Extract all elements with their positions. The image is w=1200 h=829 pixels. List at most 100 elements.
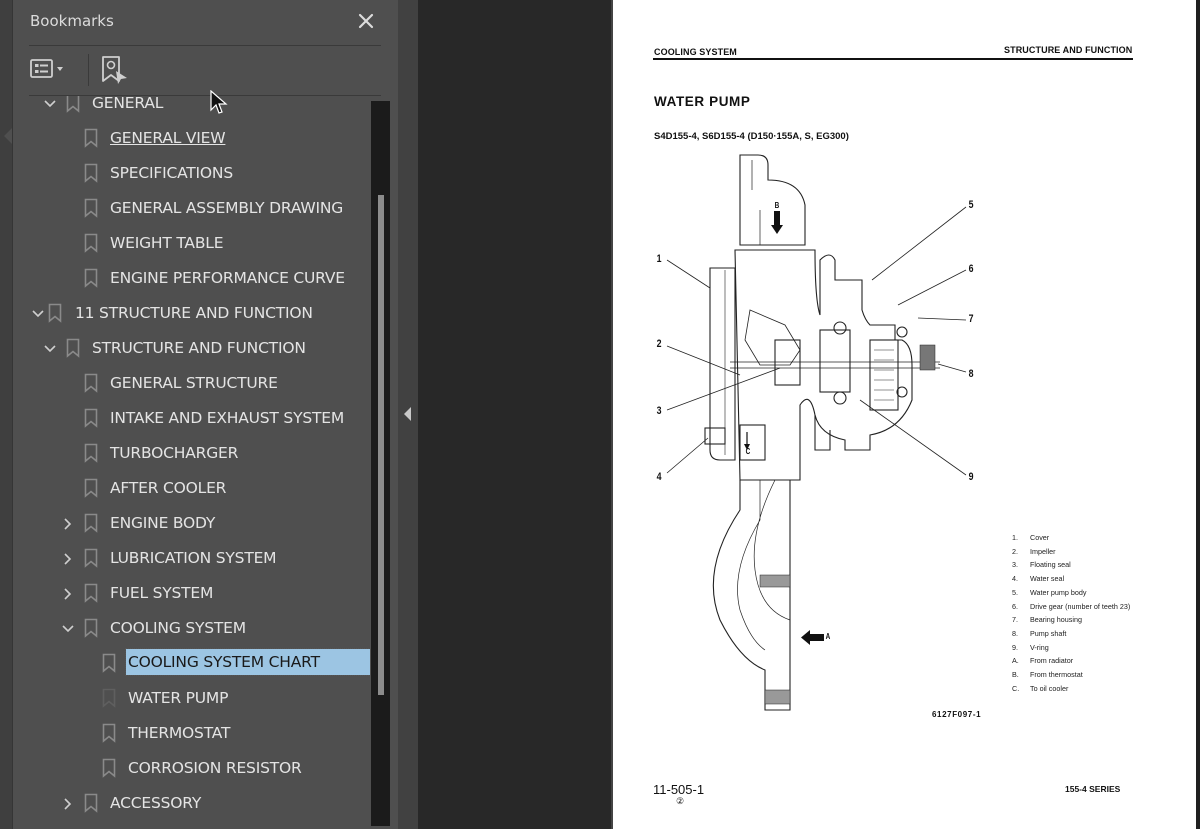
- legend-item: C. To oil cooler: [1012, 684, 1068, 693]
- bookmark-label: WEIGHT TABLE: [110, 234, 224, 252]
- chevron-right-icon[interactable]: [61, 797, 75, 811]
- outlet-pipe: [712, 480, 791, 711]
- bookmark-icon: [84, 198, 98, 218]
- panel-title: Bookmarks: [30, 12, 114, 30]
- legend-text: Water seal: [1030, 574, 1065, 584]
- bookmark-label: STRUCTURE AND FUNCTION: [92, 339, 306, 357]
- toolbar-separator: [88, 54, 89, 86]
- bookmark-item[interactable]: INTAKE AND EXHAUST SYSTEM: [13, 401, 370, 436]
- bookmark-item[interactable]: GENERAL VIEW: [13, 121, 370, 156]
- find-current-bookmark-icon: [102, 56, 127, 84]
- legend-key: 2.: [1012, 546, 1018, 556]
- bookmark-icon: [84, 618, 98, 638]
- bookmark-item[interactable]: WATER PUMP: [13, 681, 370, 716]
- viewer-edge: [1196, 0, 1200, 829]
- bookmark-item[interactable]: COOLING SYSTEM CHART: [13, 646, 370, 681]
- bookmark-label: ACCESSORY: [110, 794, 202, 812]
- panel-pointer: [4, 128, 12, 144]
- bookmark-icon: [102, 688, 116, 708]
- bookmark-item[interactable]: LUBRICATION SYSTEM: [13, 541, 370, 576]
- series-label: 155-4 SERIES: [1065, 784, 1121, 794]
- legend-text: Drive gear (number of teeth 23): [1030, 601, 1131, 611]
- chevron-right-icon[interactable]: [61, 517, 75, 531]
- bookmark-icon: [84, 548, 98, 568]
- bookmark-item[interactable]: ENGINE PERFORMANCE CURVE: [13, 261, 370, 296]
- bookmark-icon: [48, 303, 62, 323]
- bookmark-item[interactable]: CORROSION RESISTOR: [13, 751, 370, 786]
- bookmark-item[interactable]: THERMOSTAT: [13, 716, 370, 751]
- water-pump-cross-section-figure: [666, 154, 967, 711]
- page-number: 11-505-1: [653, 782, 705, 797]
- mouse-cursor-icon: [210, 90, 228, 114]
- bookmark-label: THERMOSTAT: [128, 724, 231, 742]
- bookmarks-toolbar: [29, 50, 381, 90]
- bookmark-icon: [84, 233, 98, 253]
- chevron-right-icon[interactable]: [61, 552, 75, 566]
- bookmark-label: ENGINE PERFORMANCE CURVE: [110, 269, 345, 287]
- bookmark-icon: [66, 338, 80, 358]
- bookmark-label: AFTER COOLER: [110, 479, 227, 497]
- legend-text: Impeller: [1030, 546, 1056, 556]
- bookmark-icon: [84, 513, 98, 533]
- bookmark-label: 11 STRUCTURE AND FUNCTION: [75, 304, 313, 322]
- figure-code: 6127F097-1: [932, 710, 982, 719]
- legend-key: A.: [1012, 656, 1019, 666]
- legend-item: 1. Cover: [1012, 533, 1049, 542]
- chevron-down-icon[interactable]: [43, 97, 57, 111]
- chevron-down-icon[interactable]: [43, 342, 57, 356]
- bookmark-item[interactable]: TURBOCHARGER: [13, 436, 370, 471]
- bookmarks-scrollbar-thumb[interactable]: [378, 195, 384, 695]
- legend-item: 8. Pump shaft: [1012, 629, 1066, 638]
- bookmark-item[interactable]: FUEL SYSTEM: [13, 576, 370, 611]
- chevron-right-icon[interactable]: [61, 587, 75, 601]
- legend-text: Cover: [1030, 533, 1050, 542]
- flow-label-a: A: [825, 632, 831, 641]
- legend-key: 1.: [1012, 533, 1018, 542]
- bookmark-item[interactable]: GENERAL ASSEMBLY DRAWING: [13, 191, 370, 226]
- bookmark-icon: [84, 583, 98, 603]
- legend-item: 6. Drive gear (number of teeth 23): [1012, 602, 1130, 611]
- bookmark-label: LUBRICATION SYSTEM: [110, 549, 277, 567]
- bookmark-label: COOLING SYSTEM CHART: [125, 648, 370, 676]
- legend-text: From thermostat: [1030, 670, 1083, 679]
- bookmark-item[interactable]: ENGINE BODY: [13, 506, 370, 541]
- callout-8: 8: [968, 368, 974, 380]
- bookmark-label: GENERAL: [92, 96, 164, 112]
- bookmarks-panel: Bookmarks GENERAL GENERAL VIEW SPECIFICATI…: [13, 0, 398, 829]
- page-header-left: COOLING SYSTEM: [654, 47, 737, 57]
- bookmark-icon: [84, 373, 98, 393]
- callout-7: 7: [968, 313, 974, 325]
- panel-divider: [29, 45, 381, 46]
- collapse-panel-arrow-icon[interactable]: [404, 407, 411, 421]
- legend-item: 4. Water seal: [1012, 574, 1064, 583]
- bookmark-item[interactable]: WEIGHT TABLE: [13, 226, 370, 261]
- bookmark-item[interactable]: GENERAL STRUCTURE: [13, 366, 370, 401]
- legend-key: 3.: [1012, 560, 1018, 570]
- dropdown-arrow-icon: [57, 67, 63, 71]
- options-menu-button[interactable]: [29, 57, 73, 83]
- bookmark-item[interactable]: SPECIFICATIONS: [13, 156, 370, 191]
- bookmark-icon: [102, 723, 116, 743]
- find-current-bookmark-button[interactable]: [100, 54, 130, 86]
- bookmark-label: GENERAL VIEW: [110, 129, 226, 147]
- bookmark-item[interactable]: GENERAL: [13, 96, 370, 121]
- legend-key: 7.: [1012, 615, 1018, 625]
- legend-key: 9.: [1012, 642, 1018, 652]
- bookmark-item[interactable]: AFTER COOLER: [13, 471, 370, 506]
- bookmark-icon: [66, 96, 80, 113]
- bookmark-label: INTAKE AND EXHAUST SYSTEM: [110, 409, 345, 427]
- list-options-icon: [30, 59, 63, 78]
- bookmark-label: CORROSION RESISTOR: [128, 759, 302, 777]
- close-panel-button[interactable]: [355, 10, 377, 32]
- bookmark-label: FUEL SYSTEM: [110, 584, 214, 602]
- bookmark-item[interactable]: COOLING SYSTEM: [13, 611, 370, 646]
- bookmark-item[interactable]: 11 STRUCTURE AND FUNCTION: [13, 296, 370, 331]
- callout-1: 1: [656, 253, 662, 265]
- chevron-down-icon[interactable]: [61, 622, 75, 636]
- chevron-down-icon[interactable]: [31, 307, 45, 321]
- bookmark-item[interactable]: STRUCTURE AND FUNCTION: [13, 331, 370, 366]
- bookmark-label: GENERAL STRUCTURE: [110, 374, 278, 392]
- legend-text: Pump shaft: [1030, 628, 1067, 638]
- page-title: WATER PUMP: [654, 94, 751, 109]
- bookmark-item[interactable]: ACCESSORY: [13, 786, 370, 821]
